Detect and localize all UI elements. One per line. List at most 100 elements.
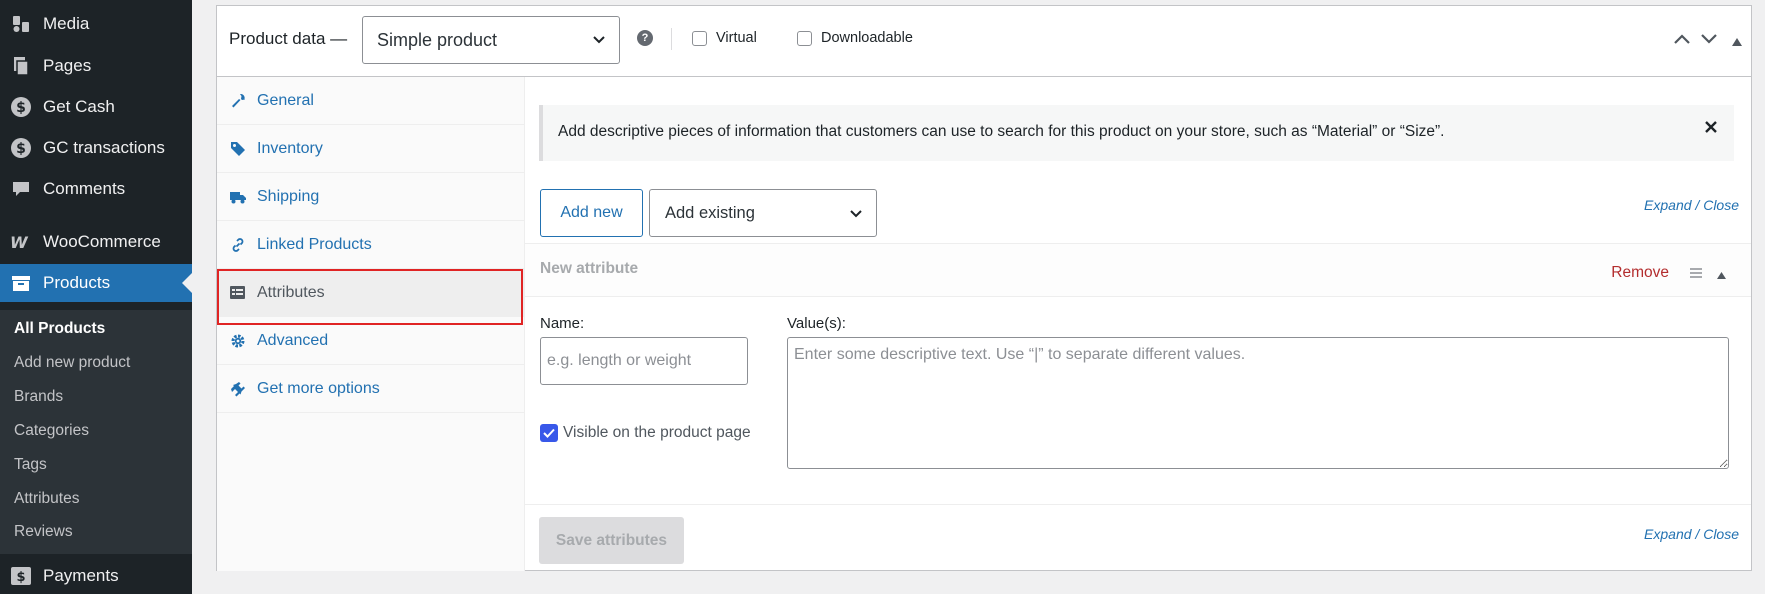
chevron-down-icon <box>591 31 607 52</box>
tab-shipping[interactable]: Shipping <box>217 173 524 221</box>
tab-label: Inventory <box>257 139 323 157</box>
active-menu-arrow <box>182 273 192 293</box>
remove-link[interactable]: Remove <box>1611 264 1669 282</box>
downloadable-label: Downloadable <box>821 30 913 46</box>
menu-label: Media <box>43 14 90 33</box>
menu-item-get-cash[interactable]: $ Get Cash <box>0 89 192 125</box>
menu-item-media[interactable]: Media <box>0 6 192 42</box>
submenu-all-products[interactable]: All Products <box>14 320 105 338</box>
list-icon <box>230 285 246 301</box>
expand-close-links: Expand / Close <box>1644 197 1739 213</box>
tab-inventory[interactable]: Inventory <box>217 125 524 173</box>
svg-text:$: $ <box>16 100 26 116</box>
product-type-value: Simple product <box>377 29 498 50</box>
checkbox-box[interactable] <box>692 30 707 46</box>
chevron-up-icon[interactable] <box>1673 32 1691 51</box>
tab-linked-products[interactable]: Linked Products <box>217 221 524 269</box>
tab-general[interactable]: General <box>217 77 524 125</box>
comment-icon <box>10 178 32 200</box>
checkmark-icon[interactable] <box>540 424 558 442</box>
tab-label: Linked Products <box>257 235 372 253</box>
product-data-tabs: General Inventory Shipping Linked Produc… <box>217 77 525 571</box>
virtual-checkbox[interactable]: Virtual <box>692 30 757 46</box>
wrench-icon <box>230 93 246 109</box>
panel-title: Product data — <box>229 29 348 48</box>
payments-icon: $ <box>10 565 32 587</box>
admin-sidebar: Media Pages $ Get Cash $ GC transactions… <box>0 0 192 594</box>
pages-icon <box>10 55 32 77</box>
dollar-icon: $ <box>10 137 32 159</box>
attribute-header[interactable]: New attribute Remove <box>525 243 1751 297</box>
add-existing-value: Add existing <box>665 203 755 222</box>
menu-label: GC transactions <box>43 138 165 157</box>
svg-text:$: $ <box>16 141 26 157</box>
submenu-attributes[interactable]: Attributes <box>14 490 79 508</box>
attribute-values-textarea[interactable] <box>787 337 1729 469</box>
add-existing-select[interactable]: Add existing <box>649 189 877 237</box>
attribute-title: New attribute <box>540 260 639 277</box>
tab-advanced[interactable]: Advanced <box>217 317 524 365</box>
close-link[interactable]: Close <box>1703 197 1739 213</box>
expand-link[interactable]: Expand <box>1644 526 1691 542</box>
product-type-select[interactable]: Simple product <box>362 16 620 64</box>
submenu-add-new-product[interactable]: Add new product <box>14 354 130 372</box>
submenu-categories[interactable]: Categories <box>14 422 89 440</box>
menu-item-gc-transactions[interactable]: $ GC transactions <box>0 130 192 166</box>
notice-text: Add descriptive pieces of information th… <box>558 123 1445 140</box>
tab-label: Get more options <box>257 379 380 397</box>
tab-label: Advanced <box>257 331 329 349</box>
tab-attributes[interactable]: Attributes <box>217 269 524 317</box>
menu-item-comments[interactable]: Comments <box>0 171 192 207</box>
save-attributes-button[interactable]: Save attributes <box>539 517 684 564</box>
menu-item-woocommerce[interactable]: W WooCommerce <box>0 224 192 260</box>
menu-label: WooCommerce <box>43 232 161 251</box>
tag-icon <box>230 141 246 157</box>
values-label: Value(s): <box>787 315 846 332</box>
menu-item-products[interactable]: Products <box>0 264 192 302</box>
plugin-icon <box>230 381 246 397</box>
archive-icon <box>10 272 32 294</box>
menu-label: Pages <box>43 56 92 75</box>
link-icon <box>230 237 246 253</box>
expand-close-links: Expand / Close <box>1644 526 1739 542</box>
tab-label: Attributes <box>257 283 325 301</box>
downloadable-checkbox[interactable]: Downloadable <box>797 30 913 46</box>
chevron-down-icon[interactable] <box>1700 32 1718 51</box>
chevron-down-icon <box>848 205 864 226</box>
collapse-panel-icon[interactable] <box>1731 34 1743 52</box>
info-notice: Add descriptive pieces of information th… <box>539 105 1734 161</box>
close-link[interactable]: Close <box>1703 526 1739 542</box>
help-icon[interactable]: ? <box>637 30 653 46</box>
menu-label: Comments <box>43 179 126 198</box>
submenu-tags[interactable]: Tags <box>14 456 47 474</box>
product-data-panel: Product data — Simple product ? Virtual … <box>216 5 1752 571</box>
virtual-label: Virtual <box>716 30 757 46</box>
svg-text:$: $ <box>16 570 25 585</box>
tab-label: Shipping <box>257 187 320 205</box>
drag-handle-icon[interactable] <box>1689 266 1703 284</box>
svg-text:W: W <box>10 234 29 250</box>
menu-item-payments[interactable]: $ Payments <box>0 558 192 594</box>
collapse-attribute-icon[interactable] <box>1716 267 1727 285</box>
checkbox-box[interactable] <box>797 30 812 46</box>
products-submenu: All Products Add new product Brands Cate… <box>0 310 192 554</box>
add-new-button[interactable]: Add new <box>540 189 643 237</box>
panel-header: Product data — Simple product ? Virtual … <box>217 6 1751 77</box>
name-label: Name: <box>540 315 585 332</box>
submenu-brands[interactable]: Brands <box>14 388 63 406</box>
dollar-icon: $ <box>10 96 32 118</box>
attribute-name-input[interactable] <box>540 337 748 385</box>
divider <box>671 28 672 50</box>
menu-item-pages[interactable]: Pages <box>0 48 192 84</box>
tab-get-more-options[interactable]: Get more options <box>217 365 524 413</box>
attributes-panel: Add descriptive pieces of information th… <box>525 77 1751 571</box>
visible-on-product-page-checkbox[interactable]: Visible on the product page <box>540 424 751 442</box>
submenu-reviews[interactable]: Reviews <box>14 523 73 541</box>
close-icon[interactable] <box>1704 120 1718 139</box>
visible-label: Visible on the product page <box>563 424 751 441</box>
expand-link[interactable]: Expand <box>1644 197 1691 213</box>
media-icon <box>10 13 32 35</box>
attributes-footer: Save attributes Expand / Close <box>525 504 1751 571</box>
menu-label: Payments <box>43 566 119 585</box>
truck-icon <box>230 189 246 205</box>
